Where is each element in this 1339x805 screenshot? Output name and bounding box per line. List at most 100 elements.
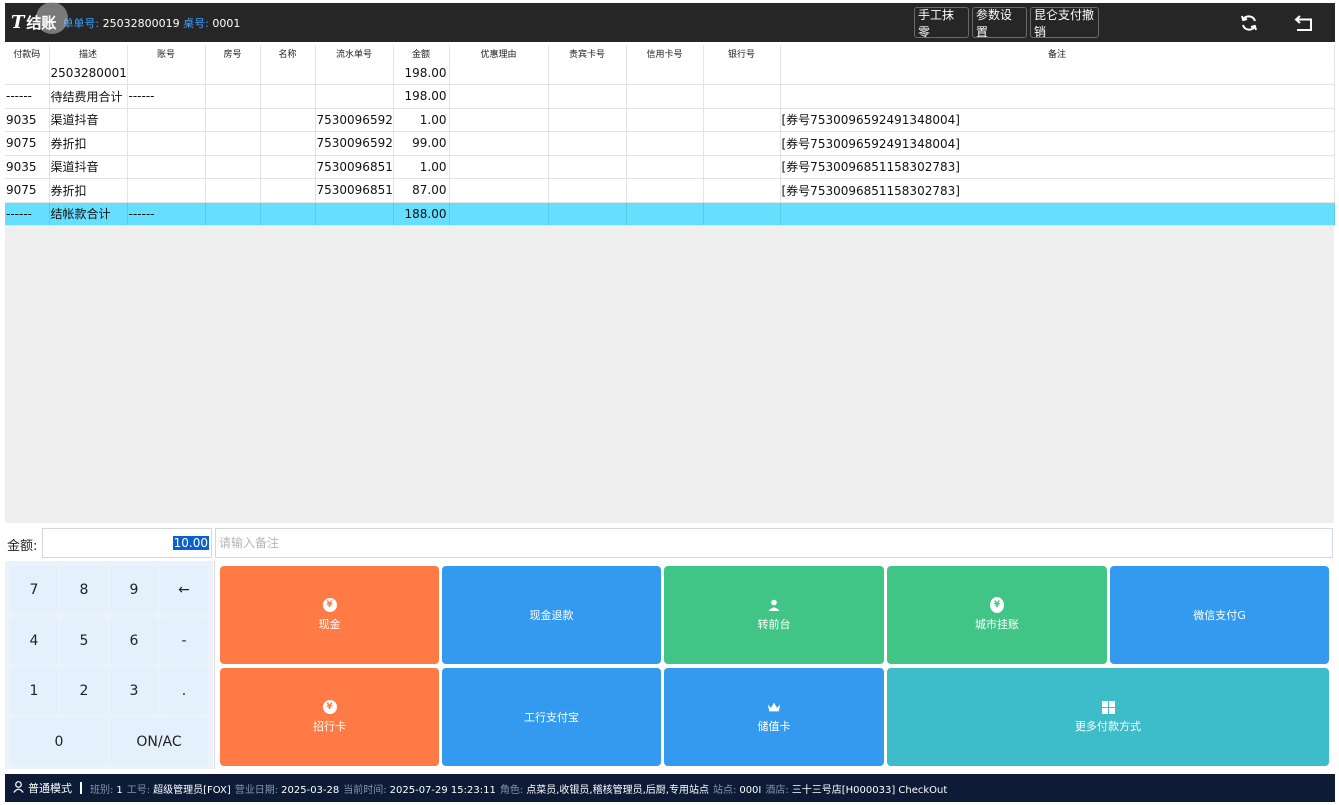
backspace-key[interactable]: ←	[160, 566, 208, 614]
back-icon[interactable]	[1292, 11, 1316, 35]
col-header[interactable]: 描述	[49, 45, 128, 61]
pay-label: 更多付款方式	[1075, 720, 1141, 733]
pay-city-ledger-button[interactable]: ¥ 城市挂账	[887, 566, 1107, 664]
key-4[interactable]: 4	[10, 617, 58, 665]
table-row[interactable]: 9075券折扣 75300968511...87.00 [券号75300968511…	[5, 178, 1335, 203]
table-cell: 1.00	[393, 108, 450, 132]
grid-icon	[1101, 700, 1115, 714]
table-cell	[205, 131, 261, 156]
table-cell: [券号7530096592491348004]	[780, 108, 1335, 132]
table-cell: 9075	[5, 131, 50, 156]
table-cell	[127, 61, 206, 85]
status-key: 营业日期:	[234, 784, 279, 796]
table-cell	[626, 108, 704, 132]
table-cell	[626, 84, 704, 109]
table-cell: [券号7530096851158302783]	[780, 178, 1335, 203]
logo-mark: T	[11, 12, 24, 33]
table-cell: 9075	[5, 178, 50, 203]
table-cell	[205, 61, 261, 85]
table-cell	[703, 178, 781, 203]
table-cell	[780, 61, 1335, 85]
refresh-icon[interactable]	[1237, 11, 1261, 35]
table-cell: 9035	[5, 155, 50, 179]
key-8[interactable]: 8	[60, 566, 108, 614]
key-2[interactable]: 2	[60, 667, 108, 715]
more-payment-methods-button[interactable]: 更多付款方式	[887, 668, 1329, 766]
pay-label: 现金退款	[529, 609, 574, 622]
grid-header: 付款码 描述 账号 房号 名称 流水单号 金额 优惠理由 贵宾卡号 信用卡号 银…	[5, 45, 1335, 61]
status-key: 站点:	[712, 784, 737, 796]
table-cell	[127, 108, 206, 132]
clear-key[interactable]: ON/AC	[110, 718, 208, 766]
decimal-key[interactable]: .	[160, 667, 208, 715]
pay-cash-button[interactable]: ¥ 现金	[220, 566, 439, 664]
key-0[interactable]: 0	[10, 718, 108, 766]
table-row[interactable]: 9035渠道抖音 75300968511...1.00 [券号75300968511…	[5, 155, 1335, 179]
table-cell: 99.00	[393, 131, 450, 156]
pay-label: 微信支付G	[1193, 609, 1246, 622]
col-header[interactable]: 银行号	[703, 45, 781, 61]
col-header[interactable]: 账号	[127, 45, 206, 61]
col-header[interactable]: 优惠理由	[449, 45, 549, 61]
table-cell	[260, 155, 316, 179]
table-cell	[626, 202, 704, 226]
col-header[interactable]: 信用卡号	[626, 45, 704, 61]
table-cell: 75300965924...	[315, 108, 394, 132]
top-actions: 手工抹零 参数设置 昆仑支付撤销	[914, 7, 1099, 39]
pay-to-front-desk-button[interactable]: 转前台	[664, 566, 884, 664]
table-cell	[626, 131, 704, 156]
key-6[interactable]: 6	[110, 617, 158, 665]
pay-wechat-button[interactable]: 微信支付G	[1110, 566, 1329, 664]
table-row[interactable]: 25032800019 198.00	[5, 61, 1335, 85]
table-cell	[5, 61, 50, 85]
pay-label: 工行支付宝	[524, 711, 579, 724]
table-cell	[703, 155, 781, 179]
key-9[interactable]: 9	[110, 566, 158, 614]
yuan-coin-icon: ¥	[990, 597, 1004, 613]
table-cell	[548, 61, 627, 85]
pay-label: 储值卡	[757, 720, 791, 733]
pay-stored-value-button[interactable]: 储值卡	[664, 668, 884, 766]
table-cell	[127, 178, 206, 203]
table-cell: 188.00	[393, 202, 450, 226]
pay-cmb-card-button[interactable]: ¥ 招行卡	[220, 668, 439, 766]
table-row[interactable]: 9035渠道抖音 75300965924...1.00 [券号75300965924…	[5, 108, 1335, 132]
table-cell: 87.00	[393, 178, 450, 203]
panel-divider	[214, 561, 215, 769]
amount-input[interactable]: 10.00	[42, 528, 212, 558]
status-value: 超级管理员[FOX]	[153, 784, 231, 796]
amount-value: 10.00	[172, 536, 209, 550]
col-header[interactable]: 贵宾卡号	[548, 45, 627, 61]
status-key: 酒店:	[765, 784, 789, 796]
pay-icbc-alipay-button[interactable]: 工行支付宝	[442, 668, 661, 766]
remark-input[interactable]	[215, 528, 1333, 558]
key-1[interactable]: 1	[10, 667, 58, 715]
col-header[interactable]: 名称	[260, 45, 316, 61]
manual-round-button[interactable]: 手工抹零	[914, 7, 969, 39]
settings-button[interactable]: 参数设置	[972, 7, 1027, 39]
pay-cash-refund-button[interactable]: 现金退款	[442, 566, 661, 664]
col-header[interactable]: 金额	[393, 45, 450, 61]
key-5[interactable]: 5	[60, 617, 108, 665]
col-header[interactable]: 备注	[780, 45, 1335, 61]
minus-key[interactable]: -	[160, 617, 208, 665]
user-icon	[13, 780, 24, 796]
table-row[interactable]: ------ 结帐款合计 ------ 188.00	[5, 202, 1335, 226]
col-header[interactable]: 付款码	[5, 45, 50, 61]
top-bar: T 结账 单单号: 25032800019 桌号: 0001 手工抹零 参数设置…	[5, 2, 1335, 42]
pay-label: 现金	[318, 618, 341, 631]
col-header[interactable]: 房号	[205, 45, 261, 61]
key-7[interactable]: 7	[10, 566, 58, 614]
table-row[interactable]: ------ 待结费用合计 ------ 198.00	[5, 84, 1335, 109]
key-3[interactable]: 3	[110, 667, 158, 715]
table-cell	[548, 178, 627, 203]
status-bar: 普通模式 班别: 1 工号: 超级管理员[FOX] 营业日期: 2025-03-28 当前时…	[5, 774, 1335, 802]
col-header[interactable]: 流水单号	[315, 45, 394, 61]
table-cell	[548, 108, 627, 132]
kunlun-pay-cancel-button[interactable]: 昆仑支付撤销	[1030, 7, 1099, 39]
table-cell: 198.00	[393, 84, 450, 109]
status-separator	[80, 782, 82, 794]
table-row[interactable]: 9075券折扣 75300965924...99.00 [券号75300965924…	[5, 131, 1335, 156]
table-cell	[127, 131, 206, 156]
table-cell	[205, 178, 261, 203]
